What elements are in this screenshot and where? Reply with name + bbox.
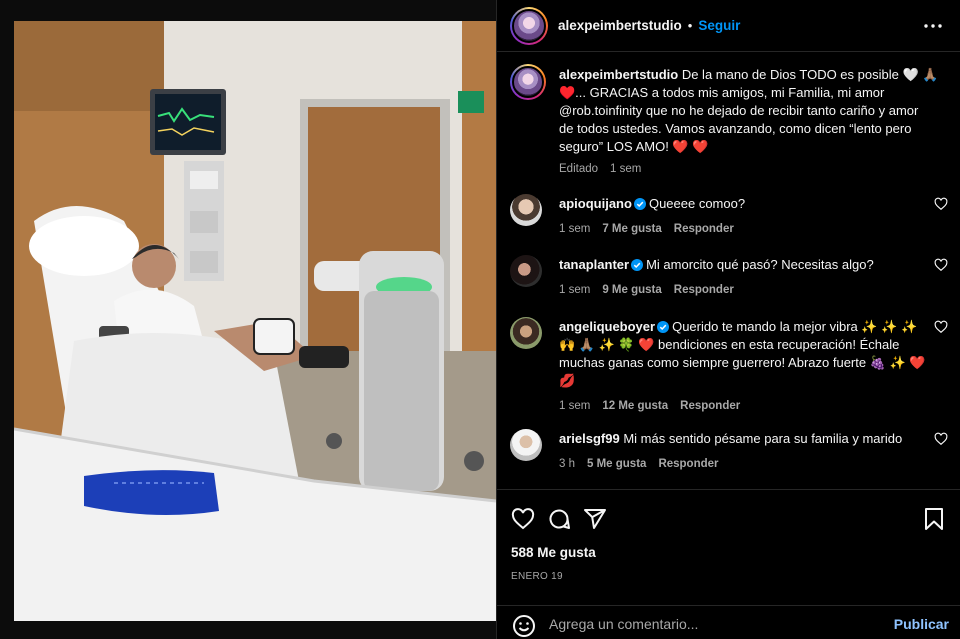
commenter-avatar[interactable] xyxy=(510,317,542,349)
caption-username[interactable]: alexpeimbertstudio xyxy=(559,67,678,82)
action-bar xyxy=(511,507,951,533)
commenter-avatar[interactable] xyxy=(510,255,542,287)
comment-text: 💋 xyxy=(559,373,576,388)
comments-list[interactable]: alexpeimbertstudio De la mano de Dios TO… xyxy=(497,52,960,489)
caption-line: De la mano de Dios TODO es posible 🤍 🙏🏽 xyxy=(681,67,939,82)
caption-line: @rob.toinfinity que no he dejado de reci… xyxy=(559,103,919,118)
caption-line: de todos ustedes. Vamos avanzando, como … xyxy=(559,121,912,136)
hospital-room-image xyxy=(14,21,496,621)
verified-badge-icon xyxy=(631,259,644,271)
more-options-icon[interactable] xyxy=(921,14,945,38)
emoji-icon[interactable] xyxy=(512,614,536,638)
post-side-panel: alexpeimbertstudio • Seguir alexpeimbert… xyxy=(496,0,960,639)
publish-button[interactable]: Publicar xyxy=(894,616,949,632)
follow-button[interactable]: Seguir xyxy=(698,18,740,33)
post-header: alexpeimbertstudio • Seguir xyxy=(497,0,960,52)
reply-button[interactable]: Responder xyxy=(680,400,740,412)
comment-time[interactable]: 1 sem xyxy=(559,400,590,412)
reply-button[interactable]: Responder xyxy=(658,458,718,470)
verified-badge-icon xyxy=(633,198,646,210)
comment-likes[interactable]: 9 Me gusta xyxy=(602,284,661,296)
verified-badge-icon xyxy=(657,321,670,333)
caption-line: seguro” LOS AMO! ❤️ ❤️ xyxy=(559,139,709,154)
reply-button[interactable]: Responder xyxy=(674,223,734,235)
separator-dot: • xyxy=(687,18,693,33)
caption-time[interactable]: 1 sem xyxy=(610,163,641,175)
comment-time[interactable]: 3 h xyxy=(559,458,575,470)
comment-likes[interactable]: 5 Me gusta xyxy=(587,458,646,470)
likes-count[interactable]: 588 Me gusta xyxy=(511,545,596,560)
like-comment-icon[interactable] xyxy=(934,320,948,334)
save-icon[interactable] xyxy=(923,507,945,531)
add-comment-bar: Publicar xyxy=(497,605,960,639)
commenter-avatar[interactable] xyxy=(510,429,542,461)
like-icon[interactable] xyxy=(511,507,535,531)
edited-label: Editado xyxy=(559,163,599,175)
comment-text: muchas ganas como siempre guerrero! Abra… xyxy=(559,355,926,370)
like-comment-icon[interactable] xyxy=(934,197,948,211)
comment-likes[interactable]: 7 Me gusta xyxy=(602,223,661,235)
post-photo xyxy=(14,21,496,621)
commenter-username[interactable]: apioquijano xyxy=(559,196,632,211)
comment-time[interactable]: 1 sem xyxy=(559,284,590,296)
comment-likes[interactable]: 12 Me gusta xyxy=(602,400,668,412)
author-username[interactable]: alexpeimbertstudio xyxy=(558,18,682,33)
like-comment-icon[interactable] xyxy=(934,258,948,272)
comment-input[interactable] xyxy=(549,611,879,637)
comment-text: Querido te mando la mejor vibra ✨ ✨ ✨ xyxy=(672,319,918,334)
comment-text: Queeee comoo? xyxy=(648,196,746,211)
reply-button[interactable]: Responder xyxy=(674,284,734,296)
caption-avatar[interactable] xyxy=(510,64,546,100)
commenter-avatar[interactable] xyxy=(510,194,542,226)
post-date[interactable]: ENERO 19 xyxy=(511,571,563,582)
post-actions: 588 Me gusta ENERO 19 Publicar xyxy=(497,489,960,639)
like-comment-icon[interactable] xyxy=(934,432,948,446)
caption-line: ♥️... GRACIAS a todos mis amigos, mi Fam… xyxy=(559,85,885,100)
comment-time[interactable]: 1 sem xyxy=(559,223,590,235)
comment-icon[interactable] xyxy=(547,507,571,531)
commenter-username[interactable]: tanaplanter xyxy=(559,257,629,272)
comment-text: Mi más sentido pésame para su familia y … xyxy=(623,431,903,446)
commenter-username[interactable]: arielsgf99 xyxy=(559,431,620,446)
author-avatar[interactable] xyxy=(510,6,548,45)
comment-text: 🙌 🙏🏽 ✨ 🍀 ❤️ bendiciones en esta recupera… xyxy=(559,337,900,352)
share-icon[interactable] xyxy=(583,507,607,531)
comment-text: Mi amorcito qué pasó? Necesitas algo? xyxy=(646,257,874,272)
commenter-username[interactable]: angeliqueboyer xyxy=(559,319,655,334)
